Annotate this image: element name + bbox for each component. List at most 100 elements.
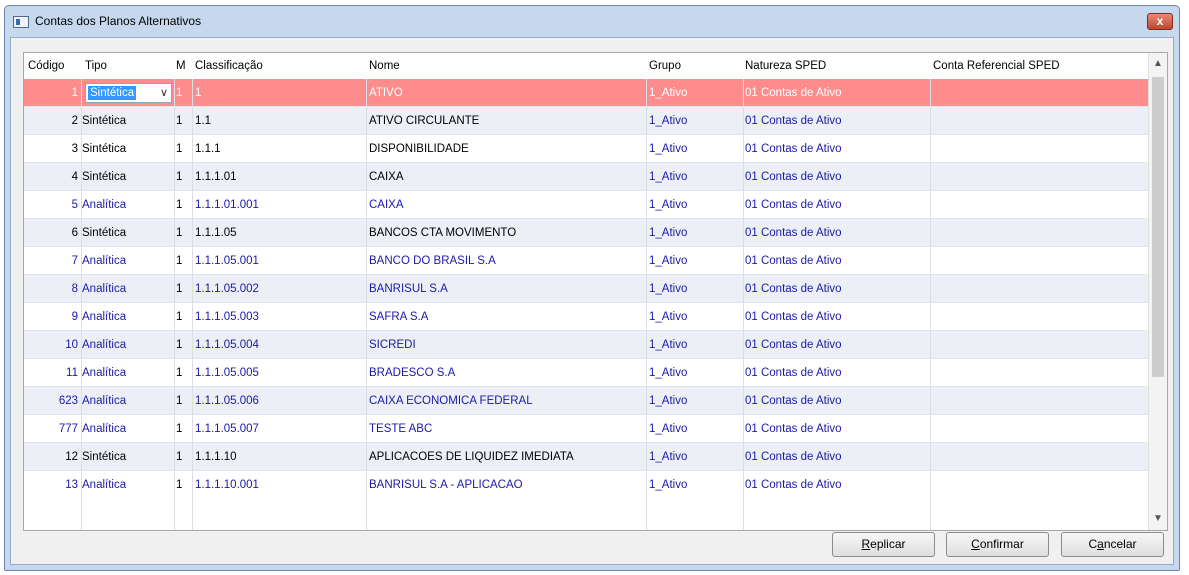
cell-nome[interactable]: ATIVO [369, 79, 647, 107]
scroll-thumb[interactable] [1152, 77, 1164, 377]
cell-codigo[interactable]: 7 [28, 247, 78, 275]
cell-classificacao[interactable]: 1.1.1.05.001 [195, 247, 367, 275]
cell-codigo[interactable]: 9 [28, 303, 78, 331]
cell-codigo[interactable]: 6 [28, 219, 78, 247]
cell-tipo[interactable]: Analítica [82, 247, 169, 275]
cell-m[interactable]: 1 [176, 135, 191, 163]
cell-grupo[interactable]: 1_Ativo [649, 247, 743, 275]
cell-classificacao[interactable]: 1.1 [195, 107, 367, 135]
header-col-grupo[interactable]: Grupo [649, 53, 681, 79]
cell-nome[interactable]: SAFRA S.A [369, 303, 647, 331]
cell-tipo[interactable]: Analítica [82, 387, 169, 415]
confirmar-button[interactable]: Confirmar [946, 532, 1049, 557]
cell-classificacao[interactable]: 1.1.1.05 [195, 219, 367, 247]
cell-natureza[interactable]: 01 Contas de Ativo [745, 415, 931, 443]
cell-classificacao[interactable]: 1.1.1 [195, 135, 367, 163]
cell-referencial[interactable] [933, 163, 1143, 191]
header-col-m[interactable]: M [176, 53, 186, 79]
cell-grupo[interactable]: 1_Ativo [649, 331, 743, 359]
scroll-up-icon[interactable]: ▲ [1149, 55, 1167, 73]
cell-codigo[interactable]: 623 [28, 387, 78, 415]
cell-grupo[interactable]: 1_Ativo [649, 135, 743, 163]
accounts-grid[interactable]: Código Tipo M Classificação Nome Grupo Naturez… [23, 52, 1168, 531]
cell-codigo[interactable]: 11 [28, 359, 78, 387]
cell-nome[interactable]: BANCO DO BRASIL S.A [369, 247, 647, 275]
cell-m[interactable]: 1 [176, 107, 191, 135]
cell-natureza[interactable]: 01 Contas de Ativo [745, 359, 931, 387]
cell-natureza[interactable]: 01 Contas de Ativo [745, 471, 931, 499]
cell-referencial[interactable] [933, 275, 1143, 303]
cell-m[interactable]: 1 [176, 191, 191, 219]
cell-grupo[interactable]: 1_Ativo [649, 415, 743, 443]
cell-natureza[interactable]: 01 Contas de Ativo [745, 79, 931, 107]
cell-codigo[interactable]: 3 [28, 135, 78, 163]
cell-m[interactable]: 1 [176, 415, 191, 443]
cell-nome[interactable]: BANRISUL S.A [369, 275, 647, 303]
header-col-classificacao[interactable]: Classificação [195, 53, 263, 79]
cell-tipo[interactable]: Analítica [82, 359, 169, 387]
cell-classificacao[interactable]: 1.1.1.01.001 [195, 191, 367, 219]
cell-codigo[interactable]: 777 [28, 415, 78, 443]
cell-tipo[interactable]: Sintética [82, 135, 169, 163]
cell-nome[interactable]: DISPONIBILIDADE [369, 135, 647, 163]
cell-grupo[interactable]: 1_Ativo [649, 191, 743, 219]
cell-classificacao[interactable]: 1.1.1.10 [195, 443, 367, 471]
cell-referencial[interactable] [933, 415, 1143, 443]
cell-classificacao[interactable]: 1.1.1.05.004 [195, 331, 367, 359]
cell-referencial[interactable] [933, 107, 1143, 135]
cell-nome[interactable]: CAIXA ECONOMICA FEDERAL [369, 387, 647, 415]
cell-codigo[interactable]: 12 [28, 443, 78, 471]
cell-natureza[interactable]: 01 Contas de Ativo [745, 387, 931, 415]
cell-classificacao[interactable]: 1.1.1.10.001 [195, 471, 367, 499]
cell-classificacao[interactable]: 1.1.1.05.003 [195, 303, 367, 331]
cell-tipo[interactable]: Sintética [82, 107, 169, 135]
cell-grupo[interactable]: 1_Ativo [649, 275, 743, 303]
cancelar-button[interactable]: Cancelar [1061, 532, 1164, 557]
header-col-conta-referencial-sped[interactable]: Conta Referencial SPED [933, 53, 1060, 79]
cell-grupo[interactable]: 1_Ativo [649, 387, 743, 415]
cell-m[interactable]: 1 [176, 247, 191, 275]
cell-m[interactable]: 1 [176, 303, 191, 331]
cell-tipo[interactable]: Analítica [82, 303, 169, 331]
tipo-dropdown[interactable]: Sintética ∨ [85, 83, 172, 103]
cell-codigo[interactable]: 1 [28, 79, 78, 107]
cell-referencial[interactable] [933, 303, 1143, 331]
cell-tipo[interactable]: Sintética [82, 163, 169, 191]
cell-natureza[interactable]: 01 Contas de Ativo [745, 191, 931, 219]
cell-grupo[interactable]: 1_Ativo [649, 79, 743, 107]
cell-grupo[interactable]: 1_Ativo [649, 163, 743, 191]
close-button[interactable]: x [1147, 13, 1173, 30]
cell-natureza[interactable]: 01 Contas de Ativo [745, 247, 931, 275]
cell-classificacao[interactable]: 1.1.1.05.002 [195, 275, 367, 303]
cell-nome[interactable]: ATIVO CIRCULANTE [369, 107, 647, 135]
header-col-codigo[interactable]: Código [28, 53, 64, 79]
cell-m[interactable]: 1 [176, 331, 191, 359]
cell-classificacao[interactable]: 1.1.1.05.005 [195, 359, 367, 387]
cell-tipo[interactable]: Sintética [82, 219, 169, 247]
cell-nome[interactable]: CAIXA [369, 163, 647, 191]
cell-nome[interactable]: APLICACOES DE LIQUIDEZ IMEDIATA [369, 443, 647, 471]
cell-referencial[interactable] [933, 219, 1143, 247]
cell-tipo[interactable]: Analítica [82, 275, 169, 303]
cell-codigo[interactable]: 10 [28, 331, 78, 359]
cell-nome[interactable]: SICREDI [369, 331, 647, 359]
cell-natureza[interactable]: 01 Contas de Ativo [745, 107, 931, 135]
cell-nome[interactable]: BANCOS CTA MOVIMENTO [369, 219, 647, 247]
cell-natureza[interactable]: 01 Contas de Ativo [745, 219, 931, 247]
cell-tipo[interactable]: Sintética [82, 443, 169, 471]
cell-classificacao[interactable]: 1.1.1.05.006 [195, 387, 367, 415]
cell-nome[interactable]: CAIXA [369, 191, 647, 219]
header-col-tipo[interactable]: Tipo [85, 53, 107, 79]
cell-nome[interactable]: BRADESCO S.A [369, 359, 647, 387]
cell-codigo[interactable]: 8 [28, 275, 78, 303]
cell-referencial[interactable] [933, 387, 1143, 415]
cell-codigo[interactable]: 5 [28, 191, 78, 219]
cell-m[interactable]: 1 [176, 163, 191, 191]
cell-tipo[interactable]: Analítica [82, 191, 169, 219]
cell-codigo[interactable]: 13 [28, 471, 78, 499]
cell-referencial[interactable] [933, 331, 1143, 359]
scroll-down-icon[interactable]: ▼ [1149, 510, 1167, 528]
cell-m[interactable]: 1 [176, 359, 191, 387]
cell-referencial[interactable] [933, 135, 1143, 163]
cell-classificacao[interactable]: 1.1.1.01 [195, 163, 367, 191]
